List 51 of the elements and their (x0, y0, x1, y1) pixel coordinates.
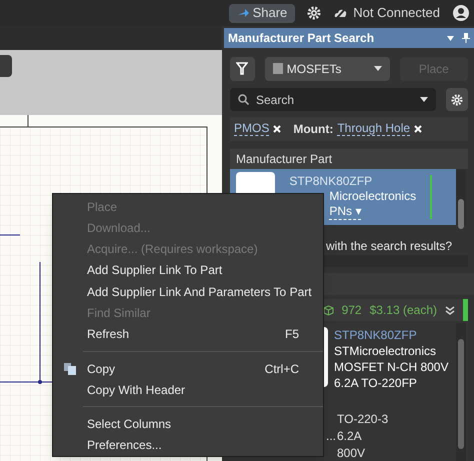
part-number[interactable]: STP8NK80ZFP (334, 327, 417, 343)
menu-item[interactable]: Refresh F5 (53, 324, 323, 345)
description-line: MOSFET N-CH 800V (334, 359, 448, 375)
description-line: 6.2A TO-220FP (334, 375, 417, 391)
status-indicator (430, 175, 432, 219)
parameter-value: 800V (337, 445, 366, 461)
panel-title: Manufacturer Part Search (228, 30, 376, 47)
filter-button[interactable] (230, 56, 255, 80)
scrollbar[interactable] (456, 323, 466, 461)
parameter-label: ... (326, 428, 336, 445)
parameter-value: 6.2A (337, 428, 362, 445)
part-number: STP8NK80ZFP (289, 174, 372, 189)
menu-item[interactable]: Select Columns (53, 413, 323, 435)
menu-item[interactable]: Preferences... (53, 434, 323, 456)
menu-item[interactable]: Copy Ctrl+C (53, 358, 323, 380)
chip-icon (272, 63, 283, 74)
menu-item[interactable]: Add Supplier Link And Parameters To Part (53, 281, 323, 302)
filter-name: Mount: (293, 121, 334, 138)
cube-icon (322, 304, 334, 316)
parameter-value: TO-220-3 (337, 411, 388, 428)
filter-icon (236, 62, 248, 75)
dropdown-arrow-icon[interactable] (447, 36, 454, 40)
category-dropdown[interactable]: MOSFETs (264, 56, 390, 80)
user-icon[interactable] (452, 4, 470, 22)
caret-icon (374, 66, 382, 71)
menu-item[interactable]: Copy With Header (53, 379, 323, 400)
description-line: STMicroelectronics (334, 343, 436, 359)
menu-item[interactable]: Add Supplier Link To Part (53, 260, 323, 282)
filter-chip[interactable]: Through Hole (337, 122, 410, 136)
manufacturer-name: Microelectronics (329, 189, 416, 204)
caret-icon[interactable] (420, 97, 428, 102)
filter-chip[interactable]: PMOS (234, 122, 270, 136)
stock-count: 972 (342, 302, 362, 319)
share-button[interactable]: Share (228, 4, 296, 22)
arrow-icon (236, 8, 249, 18)
column-header[interactable]: Manufacturer Part (230, 149, 468, 169)
search-field[interactable]: Search (230, 88, 436, 111)
feedback-text: with the search results? (326, 239, 452, 253)
settings-icon (451, 94, 463, 106)
close-icon[interactable] (414, 125, 422, 133)
status-bar-indicator (463, 299, 468, 321)
connection-status[interactable]: Not Connected (353, 3, 440, 23)
settings-button[interactable] (446, 88, 468, 111)
double-chevron-icon[interactable] (445, 306, 455, 314)
close-icon[interactable] (273, 125, 282, 133)
alternate-link[interactable]: PNs ▾ (329, 204, 362, 220)
settings-icon[interactable] (307, 6, 322, 20)
price-text: $3.13 (each) (370, 302, 437, 319)
corner-button[interactable] (0, 55, 12, 77)
search-icon (238, 94, 249, 105)
pin-icon[interactable] (462, 33, 470, 43)
